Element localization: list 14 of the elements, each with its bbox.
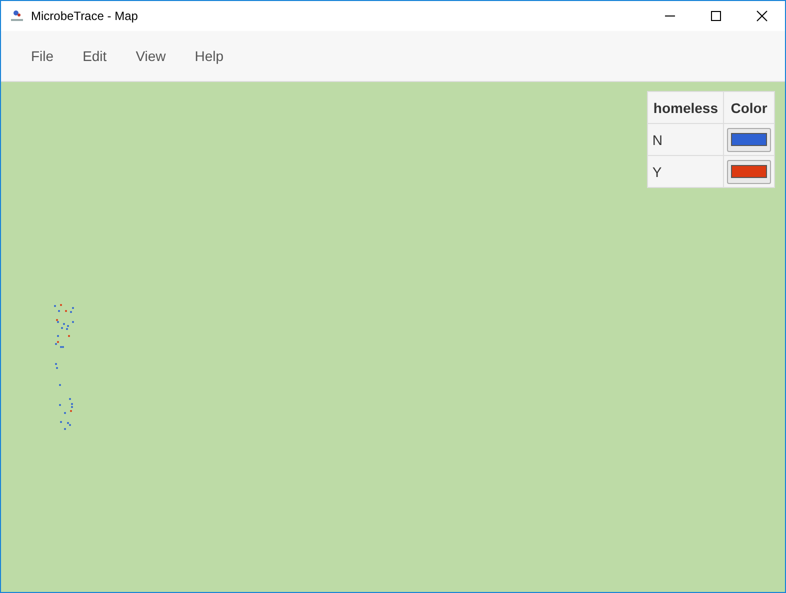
maximize-icon[interactable] [710,10,722,22]
color-picker[interactable] [727,128,771,152]
table-cell: N [648,124,724,156]
table-header: homeless [648,92,724,124]
table-cell: Y [648,156,724,188]
close-icon[interactable] [756,10,768,22]
menu-item[interactable]: Help [194,48,224,64]
menu-item[interactable]: View [136,48,166,64]
color-picker[interactable] [727,160,771,184]
menu-item[interactable]: File [31,48,54,64]
app-logo-icon [10,9,24,23]
menu-item[interactable]: Edit [82,48,107,64]
window-title: MicrobeTrace - Map [31,9,138,23]
table-header: Color [724,92,774,124]
